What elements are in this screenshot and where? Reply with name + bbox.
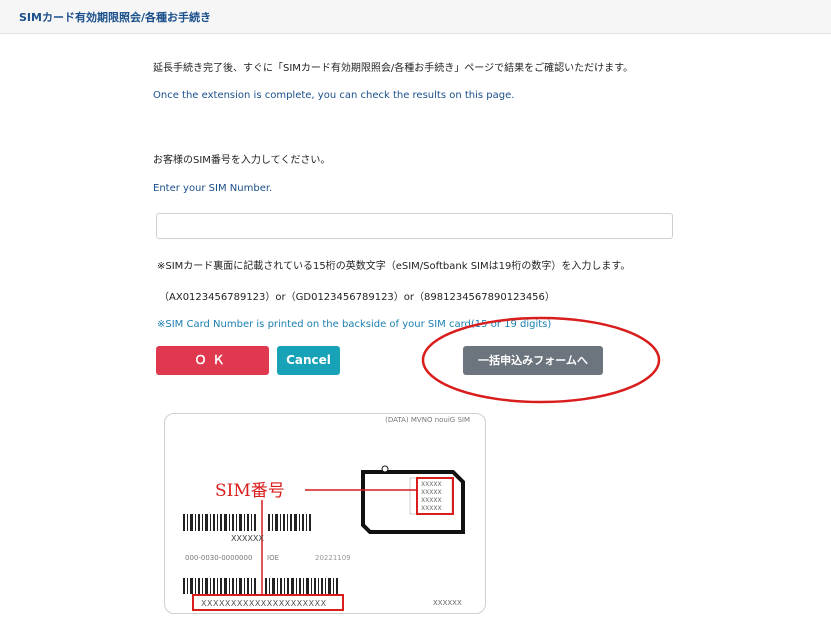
note-jp-text: ※SIMカード裏面に記載されている15桁の英数文字（eSIM/Softbank … (157, 261, 631, 272)
page-title: SIMカード有効期限照会/各種お手続き (19, 11, 211, 24)
intro-en-text: Once the extension is complete, you can … (153, 90, 515, 101)
chip-code-2: XXXXX (421, 489, 442, 496)
header-bar: SIMカード有効期限照会/各種お手続き (0, 0, 831, 34)
sim-number-label: SIM番号 (215, 481, 285, 501)
ioe-text: IOE (267, 554, 279, 562)
chip-code-4: XXXXX (421, 505, 442, 512)
barcode-caption: XXXXXX (231, 534, 264, 543)
date-text: 20221109 (315, 554, 351, 562)
chip-code-1: XXXXX (421, 481, 442, 488)
chip-code-3: XXXXX (421, 497, 442, 504)
card-top-text: (DATA) MVNO nouiG SIM (385, 416, 470, 424)
prompt-jp-text: お客様のSIM番号を入力してください。 (153, 155, 331, 166)
prompt-en-text: Enter your SIM Number. (153, 183, 273, 194)
sim-number-input[interactable] (156, 213, 673, 239)
barcode-2 (183, 578, 338, 594)
cancel-button[interactable]: Cancel (277, 346, 340, 375)
sim-card-graphic: (DATA) MVNO nouiG SIM XXXXX XXXXX XXXXX … (183, 416, 470, 611)
intro-jp-text: 延長手続き完了後、すぐに「SIMカード有効期限照会/各種お手続き」ページで結果を… (153, 63, 634, 74)
sim-number-sample: XXXXXXXXXXXXXXXXXXXXX (201, 599, 327, 608)
sim-card-illustration: (DATA) MVNO nouiG SIM XXXXX XXXXX XXXXX … (164, 413, 486, 614)
ok-button[interactable]: ＯＫ (156, 346, 269, 375)
note-examples-text: （AX0123456789123）or（GD0123456789123）or（8… (159, 292, 555, 303)
barcode-1 (183, 514, 311, 531)
serial-text: 000-0030-0000000 (185, 554, 252, 562)
bulk-application-form-button[interactable]: 一括申込みフォームへ (463, 346, 603, 375)
corner-code: XXXXXX (433, 599, 462, 607)
